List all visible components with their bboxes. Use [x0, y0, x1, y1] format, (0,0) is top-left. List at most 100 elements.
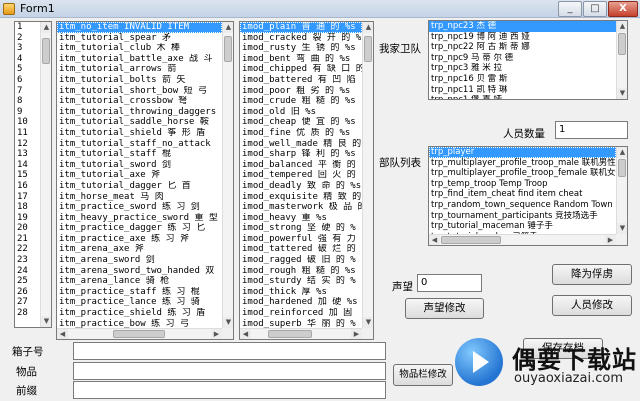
item-list-item[interactable]: itm_tutorial_crossbow 弩	[57, 96, 222, 107]
guard-list-item[interactable]: trp_npc3 雅 米 拉	[429, 63, 616, 74]
guard-list-item[interactable]: trp_npc23 杰 德	[429, 21, 616, 32]
troop-list-item[interactable]: trp_temp_troop Temp Troop	[429, 179, 616, 190]
scroll-right-arrow-icon[interactable]: ▶	[211, 329, 222, 339]
modifier-list-item[interactable]: imod_masterwork 极 品 的	[240, 202, 362, 213]
item-list-item[interactable]: itm_tutorial_saddle_horse 鞍	[57, 117, 222, 128]
scroll-down-arrow-icon[interactable]: ▼	[223, 317, 233, 328]
scroll-up-arrow-icon[interactable]: ▲	[617, 147, 627, 158]
number-list-item[interactable]: 4	[15, 54, 40, 65]
guard-list-item[interactable]: trp_npc22 阿 古 斯 蒂 娜	[429, 42, 616, 53]
item-list-item[interactable]: itm_tutorial_club 木 棒	[57, 43, 222, 54]
troops-listbox[interactable]: trp_player trp_multiplayer_profile_troop_…	[428, 146, 628, 246]
scroll-left-arrow-icon[interactable]: ◀	[240, 329, 251, 339]
guards-vertical-scrollbar[interactable]: ▲ ▼	[616, 21, 627, 99]
guard-list-item[interactable]: trp_npc9 马 蒂 尔 德	[429, 53, 616, 64]
number-list-item[interactable]: 2	[15, 33, 40, 44]
number-list-item[interactable]: 14	[15, 160, 40, 171]
scroll-thumb[interactable]	[441, 236, 501, 244]
modifier-list-item[interactable]: imod_strong 坚 硬 的 %	[240, 223, 362, 234]
item-list-item[interactable]: itm_tutorial_spear 矛	[57, 33, 222, 44]
scroll-thumb[interactable]	[42, 38, 50, 64]
scroll-up-arrow-icon[interactable]: ▲	[223, 22, 233, 33]
item-list-item[interactable]: itm_tutorial_battle_axe 战 斗	[57, 54, 222, 65]
scroll-left-arrow-icon[interactable]: ◀	[429, 235, 440, 245]
troops-vertical-scrollbar[interactable]: ▲ ▼	[616, 147, 627, 234]
modifier-list-item[interactable]: imod_reinforced 加 固	[240, 308, 362, 319]
modifier-list-item[interactable]: imod_tattered 破 烂 的	[240, 244, 362, 255]
modifier-list-item[interactable]: imod_poor 粗 劣 的 %s	[240, 86, 362, 97]
number-list-item[interactable]: 9	[15, 107, 40, 118]
item-list-item[interactable]: itm_tutorial_shield 筝 形 盾	[57, 128, 222, 139]
demote-prisoner-button[interactable]: 降为俘虏	[552, 264, 632, 285]
modifier-list-item[interactable]: imod_old 旧 %s	[240, 107, 362, 118]
modifier-list-item[interactable]: imod_cracked 裂 开 的 %	[240, 33, 362, 44]
modifier-list-item[interactable]: imod_battered 有 凹 陷	[240, 75, 362, 86]
number-list-item[interactable]: 12	[15, 139, 40, 150]
number-vertical-scrollbar[interactable]: ▲ ▼	[40, 22, 51, 327]
number-list-item[interactable]: 21	[15, 234, 40, 245]
scroll-thumb[interactable]	[364, 36, 372, 62]
number-list-item[interactable]: 26	[15, 287, 40, 298]
scroll-thumb[interactable]	[268, 330, 312, 338]
item-list-item[interactable]: itm_tutorial_throwing_daggers	[57, 107, 222, 118]
item-list-item[interactable]: itm_no_item INVALID ITEM	[57, 22, 222, 33]
modifier-list-item[interactable]: imod_exquisite 精 致 的	[240, 192, 362, 203]
scroll-right-arrow-icon[interactable]: ▶	[351, 329, 362, 339]
scroll-thumb[interactable]	[113, 330, 165, 338]
item-field[interactable]	[73, 362, 386, 380]
modifier-list-item[interactable]: imod_cheap 便 宜 的 %s	[240, 117, 362, 128]
number-list-item[interactable]: 25	[15, 276, 40, 287]
number-list-item[interactable]: 6	[15, 75, 40, 86]
troop-list-item[interactable]: trp_multiplayer_profile_troop_female 联机女…	[429, 168, 616, 179]
troop-list-item[interactable]: trp_tournament_participants 竞技场选手	[429, 211, 616, 222]
scroll-up-arrow-icon[interactable]: ▲	[617, 21, 627, 32]
number-list-item[interactable]: 8	[15, 96, 40, 107]
number-listbox[interactable]: 1 2 3 4 5 6 7 8 9 10 11 12 13 14 15 16 17 18 19 20 21 22 23 24 2…	[14, 21, 52, 328]
member-count-field[interactable]: 1	[555, 121, 628, 139]
scroll-left-arrow-icon[interactable]: ◀	[57, 329, 68, 339]
troop-list-item[interactable]: trp_player	[429, 147, 616, 158]
item-list-item[interactable]: itm_practice_axe 练 习 斧	[57, 234, 222, 245]
number-list-item[interactable]: 19	[15, 213, 40, 224]
modifier-list-item[interactable]: imod_well_made 精 良 的	[240, 139, 362, 150]
scroll-up-arrow-icon[interactable]: ▲	[41, 22, 51, 33]
modifier-list-item[interactable]: imod_sturdy 结 实 的 %	[240, 276, 362, 287]
modifier-list-item[interactable]: imod_tempered 回 火 的	[240, 170, 362, 181]
number-list-item[interactable]: 17	[15, 192, 40, 203]
modifier-list-item[interactable]: imod_rough 粗 糙 的 %s	[240, 266, 362, 277]
number-list-item[interactable]: 18	[15, 202, 40, 213]
number-list-item[interactable]: 23	[15, 255, 40, 266]
item-list-item[interactable]: itm_practice_sword 练 习 剑	[57, 202, 222, 213]
item-list-item[interactable]: itm_tutorial_staff_no_attack	[57, 139, 222, 150]
item-list-item[interactable]: itm_practice_shield 练 习 盾	[57, 308, 222, 319]
modifier-list-item[interactable]: imod_rusty 生 锈 的 %s	[240, 43, 362, 54]
modifier-horizontal-scrollbar[interactable]: ◀ ▶	[240, 328, 362, 339]
minimize-button[interactable]: _	[558, 1, 582, 17]
number-list-item[interactable]: 7	[15, 86, 40, 97]
modifier-list-item[interactable]: imod_balanced 平 衡 的	[240, 160, 362, 171]
scroll-down-arrow-icon[interactable]: ▼	[617, 223, 627, 234]
number-list-item[interactable]: 24	[15, 266, 40, 277]
item-list-item[interactable]: itm_arena_axe 斧	[57, 244, 222, 255]
number-list-item[interactable]: 20	[15, 223, 40, 234]
number-list-item[interactable]: 27	[15, 297, 40, 308]
scroll-down-arrow-icon[interactable]: ▼	[363, 317, 373, 328]
modifier-list-item[interactable]: imod_thick 厚 %s	[240, 287, 362, 298]
title-bar[interactable]: Form1 _ □ X	[0, 0, 640, 18]
item-list-item[interactable]: itm_heavy_practice_sword 重 型	[57, 213, 222, 224]
item-list-item[interactable]: itm_practice_staff 练 习 棍	[57, 287, 222, 298]
item-listbox[interactable]: itm_no_item INVALID ITEM itm_tutorial_spe…	[56, 21, 234, 340]
troop-list-item[interactable]: trp_tutorial_maceman 锤子手	[429, 221, 616, 232]
scroll-thumb[interactable]	[224, 36, 232, 62]
modifier-vertical-scrollbar[interactable]: ▲ ▼	[362, 22, 373, 328]
modifier-list-item[interactable]: imod_plain 普 通 的 %s	[240, 22, 362, 33]
modifier-list-item[interactable]: imod_heavy 重 %s	[240, 213, 362, 224]
guard-list-item[interactable]: trp_npc1 堡 嘉 娅	[429, 95, 616, 99]
item-list-item[interactable]: itm_practice_dagger 练 习 匕	[57, 223, 222, 234]
modifier-list-item[interactable]: imod_powerful 强 有 力	[240, 234, 362, 245]
scroll-thumb[interactable]	[618, 159, 626, 177]
prestige-field[interactable]: 0	[417, 274, 482, 292]
number-list-item[interactable]: 13	[15, 149, 40, 160]
item-list-item[interactable]: itm_tutorial_staff 棍	[57, 149, 222, 160]
item-list-item[interactable]: itm_tutorial_sword 剑	[57, 160, 222, 171]
